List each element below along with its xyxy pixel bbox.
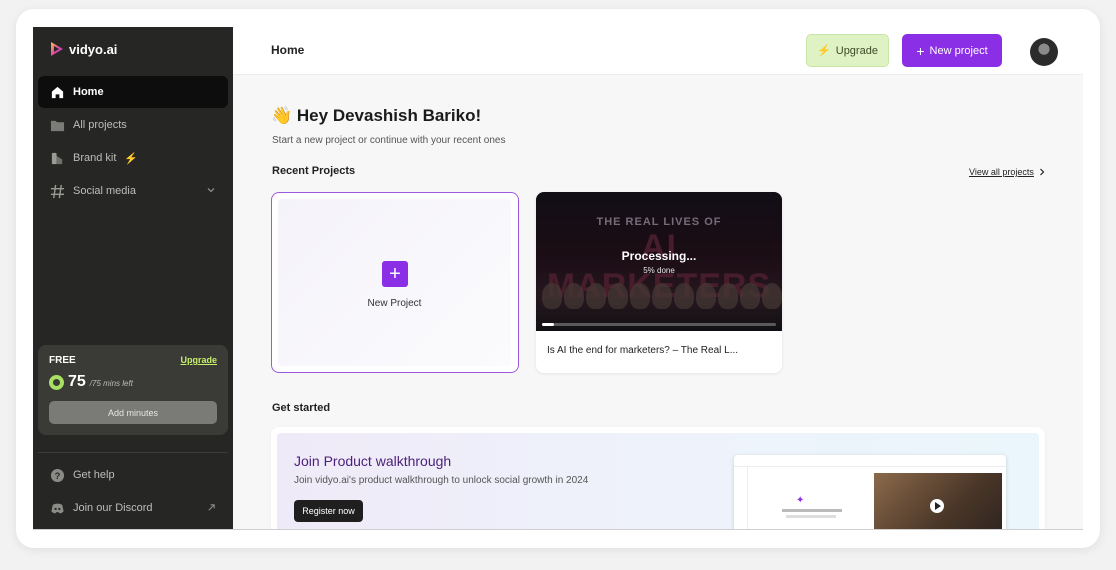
chevron-down-icon[interactable]	[206, 185, 216, 195]
processing-status: Processing...	[621, 249, 697, 263]
sidebar-item-label: Home	[73, 86, 104, 98]
upgrade-button-label: Upgrade	[835, 44, 878, 57]
logo[interactable]: vidyo.ai	[49, 41, 117, 57]
plan-name: FREE	[49, 355, 76, 366]
minutes-remaining: 75 /75 mins left	[49, 373, 133, 391]
processing-progress-fill	[542, 323, 554, 326]
page-subtitle: Start a new project or continue with you…	[272, 135, 506, 146]
chevron-right-icon	[1039, 168, 1045, 176]
app-window: vidyo.ai Home All projects Brand kit ⚡ S…	[16, 9, 1100, 548]
processing-progress-text: 5% done	[643, 266, 675, 275]
get-started-heading: Get started	[272, 402, 331, 414]
logo-text: vidyo.ai	[69, 41, 118, 57]
sidebar-item-social-media[interactable]: Social media	[38, 175, 228, 207]
wave-emoji: 👋	[271, 106, 293, 125]
walkthrough-title: Join Product walkthrough	[294, 453, 452, 469]
plan-card: FREE Upgrade 75 /75 mins left Add minute…	[38, 345, 228, 435]
bolt-icon: ⚡	[124, 152, 139, 165]
view-all-projects-link[interactable]: View all projects	[969, 167, 1046, 177]
new-project-button-label: New project	[929, 44, 988, 57]
recent-projects-heading: Recent Projects	[272, 165, 356, 177]
sidebar-item-label: All projects	[73, 119, 127, 131]
sidebar-item-discord[interactable]: Join our Discord	[38, 492, 228, 524]
sidebar-divider	[38, 452, 228, 453]
home-icon	[51, 86, 64, 98]
plus-icon: +	[916, 42, 925, 59]
register-now-button[interactable]: Register now	[294, 500, 363, 522]
hashtag-icon	[50, 184, 65, 198]
minutes-ring-icon	[49, 374, 64, 390]
processing-progress-bar	[542, 323, 776, 326]
breadcrumb: Home	[271, 43, 305, 57]
bolt-icon: ⚡	[817, 45, 831, 57]
sidebar-item-label: Join our Discord	[73, 502, 153, 514]
folder-icon	[50, 120, 65, 131]
sidebar-item-brand-kit[interactable]: Brand kit ⚡	[38, 142, 228, 174]
new-project-button[interactable]: + New project	[902, 34, 1002, 67]
sidebar-item-label: Social media	[73, 185, 136, 197]
brand-kit-icon	[51, 152, 63, 164]
walkthrough-preview-image: ✦	[734, 455, 1006, 529]
project-title: Is AI the end for marketers? – The Real …	[547, 345, 739, 356]
sparkle-icon: ✦	[796, 495, 805, 506]
discord-icon	[51, 503, 64, 513]
view-all-label: View all projects	[969, 167, 1034, 177]
main-content: Home ⚡ Upgrade + New project 👋 Hey Devas…	[233, 27, 1083, 529]
help-icon: ?	[50, 468, 65, 482]
sidebar-item-all-projects[interactable]: All projects	[38, 109, 228, 141]
walkthrough-banner: Join Product walkthrough Join vidyo.ai's…	[277, 433, 1039, 529]
sidebar-item-label: Get help	[73, 469, 115, 481]
app-root: vidyo.ai Home All projects Brand kit ⚡ S…	[33, 27, 1083, 530]
add-minutes-button[interactable]: Add minutes	[49, 401, 217, 424]
sidebar: vidyo.ai Home All projects Brand kit ⚡ S…	[33, 27, 233, 529]
sidebar-item-label: Brand kit	[73, 152, 117, 164]
new-project-card-body: + New Project	[278, 199, 511, 366]
new-project-card[interactable]: + New Project	[271, 192, 519, 373]
project-thumbnail: THE REAL LIVES OF AI MARKETERS Processin…	[536, 192, 782, 331]
plan-upgrade-link[interactable]: Upgrade	[180, 355, 217, 365]
upgrade-button[interactable]: ⚡ Upgrade	[806, 34, 889, 67]
new-project-card-label: New Project	[367, 298, 422, 309]
top-bar: Home ⚡ Upgrade + New project	[233, 27, 1083, 75]
minutes-left-text: /75 mins left	[89, 379, 133, 388]
plus-icon: +	[382, 261, 408, 287]
sidebar-item-get-help[interactable]: ? Get help	[38, 459, 228, 491]
external-link-icon	[208, 504, 215, 511]
minutes-left-value: 75	[68, 373, 86, 390]
play-icon	[930, 499, 944, 513]
walkthrough-description: Join vidyo.ai's product walkthrough to u…	[294, 475, 589, 486]
svg-text:?: ?	[55, 470, 61, 480]
vidyo-logo-icon	[51, 42, 63, 56]
project-card[interactable]: THE REAL LIVES OF AI MARKETERS Processin…	[536, 192, 782, 373]
walkthrough-card: Join Product walkthrough Join vidyo.ai's…	[271, 427, 1045, 529]
avatar[interactable]	[1030, 38, 1058, 66]
sidebar-item-home[interactable]: Home	[38, 76, 228, 108]
greeting-text: Hey Devashish Bariko!	[296, 106, 482, 125]
page-greeting: 👋 Hey Devashish Bariko!	[271, 106, 481, 126]
